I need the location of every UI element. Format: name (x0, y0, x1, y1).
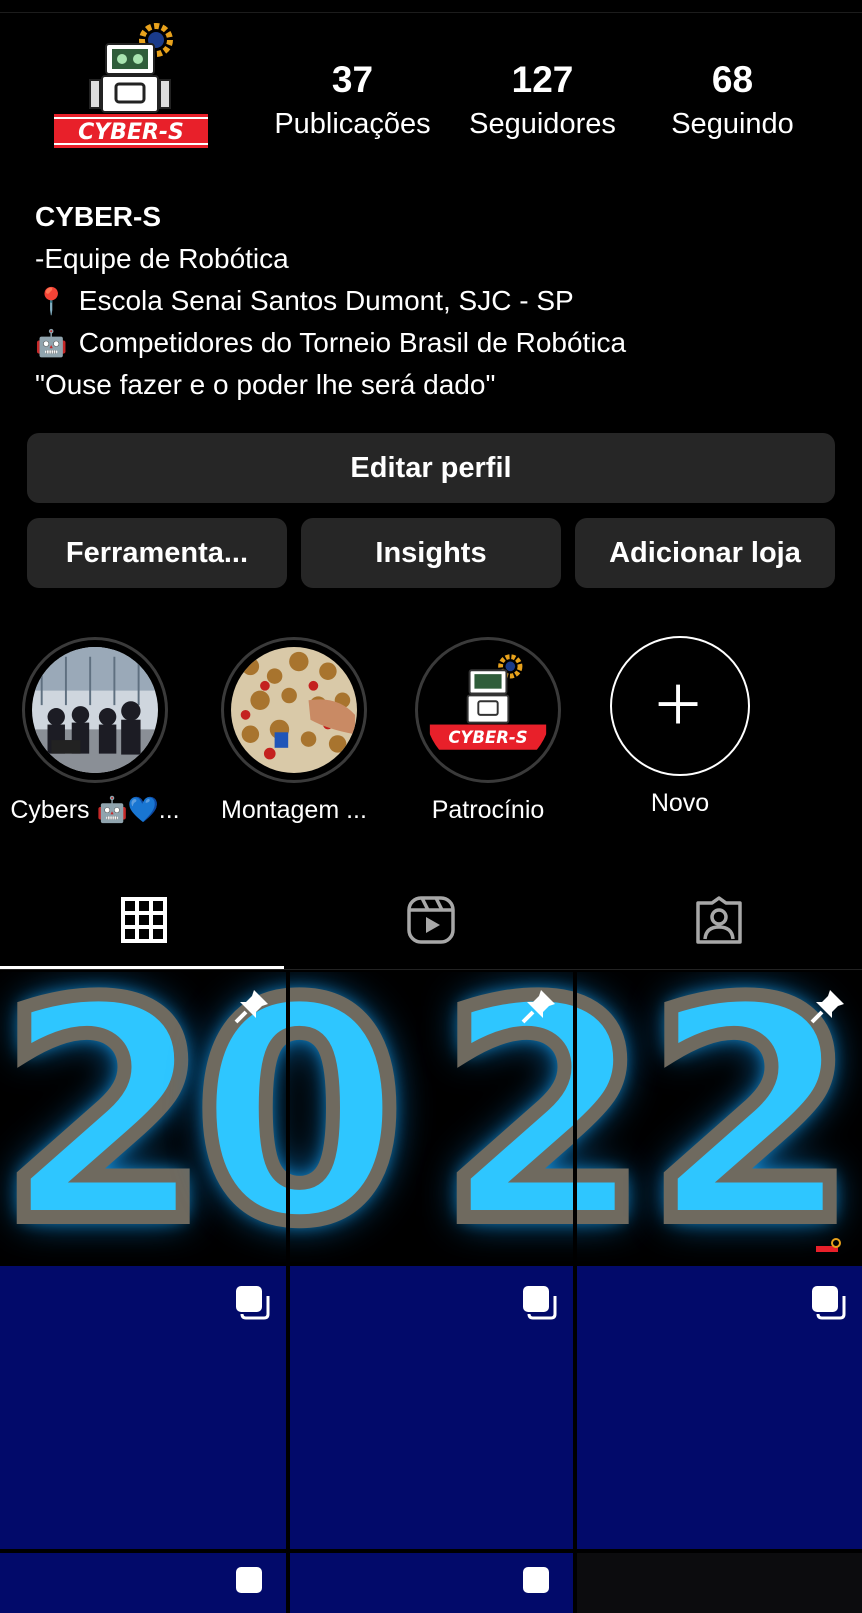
grid-icon (120, 897, 167, 943)
add-shop-button[interactable]: Adicionar loja (575, 518, 835, 588)
profile-name: CYBER-S (35, 201, 162, 232)
edit-profile-button[interactable]: Editar perfil (27, 433, 835, 503)
bio-line-4: "Ouse fazer e o poder lhe será dado" (35, 369, 496, 400)
highlight-label: Cybers 🤖💙... (10, 796, 180, 824)
bio-line-3: 🤖 Competidores do Torneio Brasil de Robó… (35, 322, 835, 364)
watermark-logo (816, 1238, 841, 1252)
highlight-ring (610, 636, 750, 776)
highlight-patrocinio[interactable]: CYBER-S Patrocínio (393, 637, 583, 827)
posts-count: 37 (331, 59, 374, 100)
tab-grid[interactable] (0, 870, 287, 970)
post-blue-3[interactable] (577, 1266, 862, 1549)
carousel-icon (523, 1286, 557, 1320)
post-digit: 0 (290, 972, 411, 1262)
highlight-ring (22, 637, 168, 783)
carousel-icon (523, 1567, 549, 1593)
pin-emoji-icon: 📍 (35, 286, 68, 316)
insights-button[interactable]: Insights (301, 518, 561, 588)
highlight-montagem[interactable]: Montagem ... (199, 637, 389, 827)
posts-grid: 2 0 0 2 2 2 (0, 972, 862, 1613)
new-highlight-button[interactable]: Novo (585, 636, 775, 820)
stat-following[interactable]: 68 Seguindo (645, 58, 820, 144)
post-digit: 2 (0, 972, 216, 1262)
tools-button[interactable]: Ferramenta... (27, 518, 287, 588)
post-digit: 2 (577, 972, 655, 1262)
pinned-post-3[interactable]: 2 2 (577, 972, 862, 1262)
highlight-label: Novo (650, 789, 710, 817)
post-row3-2[interactable] (290, 1553, 573, 1613)
bio-line-1: -Equipe de Robótica (35, 243, 289, 274)
pin-icon (810, 990, 844, 1024)
profile-avatar[interactable]: CYBER-S (44, 18, 219, 158)
post-row3-1[interactable] (0, 1553, 286, 1613)
posts-label: Publicações (274, 108, 431, 140)
reels-icon (406, 896, 455, 944)
pin-icon (234, 990, 268, 1024)
post-blue-2[interactable] (290, 1266, 573, 1549)
highlight-cover-parts-photo (231, 647, 357, 773)
plus-icon (658, 684, 698, 724)
stat-posts[interactable]: 37 Publicações (265, 58, 440, 144)
bio-line-2-text: Escola Senai Santos Dumont, SJC - SP (78, 285, 574, 316)
profile-tabs (0, 870, 862, 970)
tab-tagged[interactable] (575, 870, 862, 970)
highlight-label: Montagem ... (221, 796, 367, 824)
status-divider (0, 12, 862, 13)
carousel-icon (236, 1286, 270, 1320)
tagged-icon (695, 896, 742, 944)
profile-bio: CYBER-S -Equipe de Robótica 📍 Escola Sen… (35, 196, 835, 406)
followers-label: Seguidores (469, 108, 616, 140)
robot-emoji-icon: 🤖 (35, 328, 68, 358)
followers-count: 127 (511, 59, 574, 100)
highlight-cover-logo: CYBER-S (425, 647, 551, 773)
post-blue-1[interactable] (0, 1266, 286, 1549)
highlight-label: Patrocínio (431, 796, 545, 824)
post-row3-3[interactable] (577, 1553, 862, 1613)
bio-line-3-text: Competidores do Torneio Brasil de Robóti… (78, 327, 627, 358)
logo-text: CYBER-S (78, 120, 184, 145)
pin-icon (521, 990, 555, 1024)
highlight-ring (221, 637, 367, 783)
profile-stats: 37 Publicações 127 Seguidores 68 Seguind… (250, 58, 810, 158)
highlight-cover-team-photo (32, 647, 158, 773)
bio-line-2: 📍 Escola Senai Santos Dumont, SJC - SP (35, 280, 835, 322)
following-count: 68 (711, 59, 754, 100)
pinned-post-2[interactable]: 0 2 (290, 972, 573, 1262)
tab-divider (0, 969, 862, 970)
highlight-logo-text: CYBER-S (448, 728, 527, 747)
tab-reels[interactable] (287, 870, 574, 970)
highlight-cybers[interactable]: Cybers 🤖💙... (0, 637, 190, 827)
stat-followers[interactable]: 127 Seguidores (455, 58, 630, 144)
highlight-ring: CYBER-S (415, 637, 561, 783)
pinned-post-1[interactable]: 2 0 (0, 972, 286, 1262)
carousel-icon (812, 1286, 846, 1320)
carousel-icon (236, 1567, 262, 1593)
following-label: Seguindo (671, 108, 794, 140)
